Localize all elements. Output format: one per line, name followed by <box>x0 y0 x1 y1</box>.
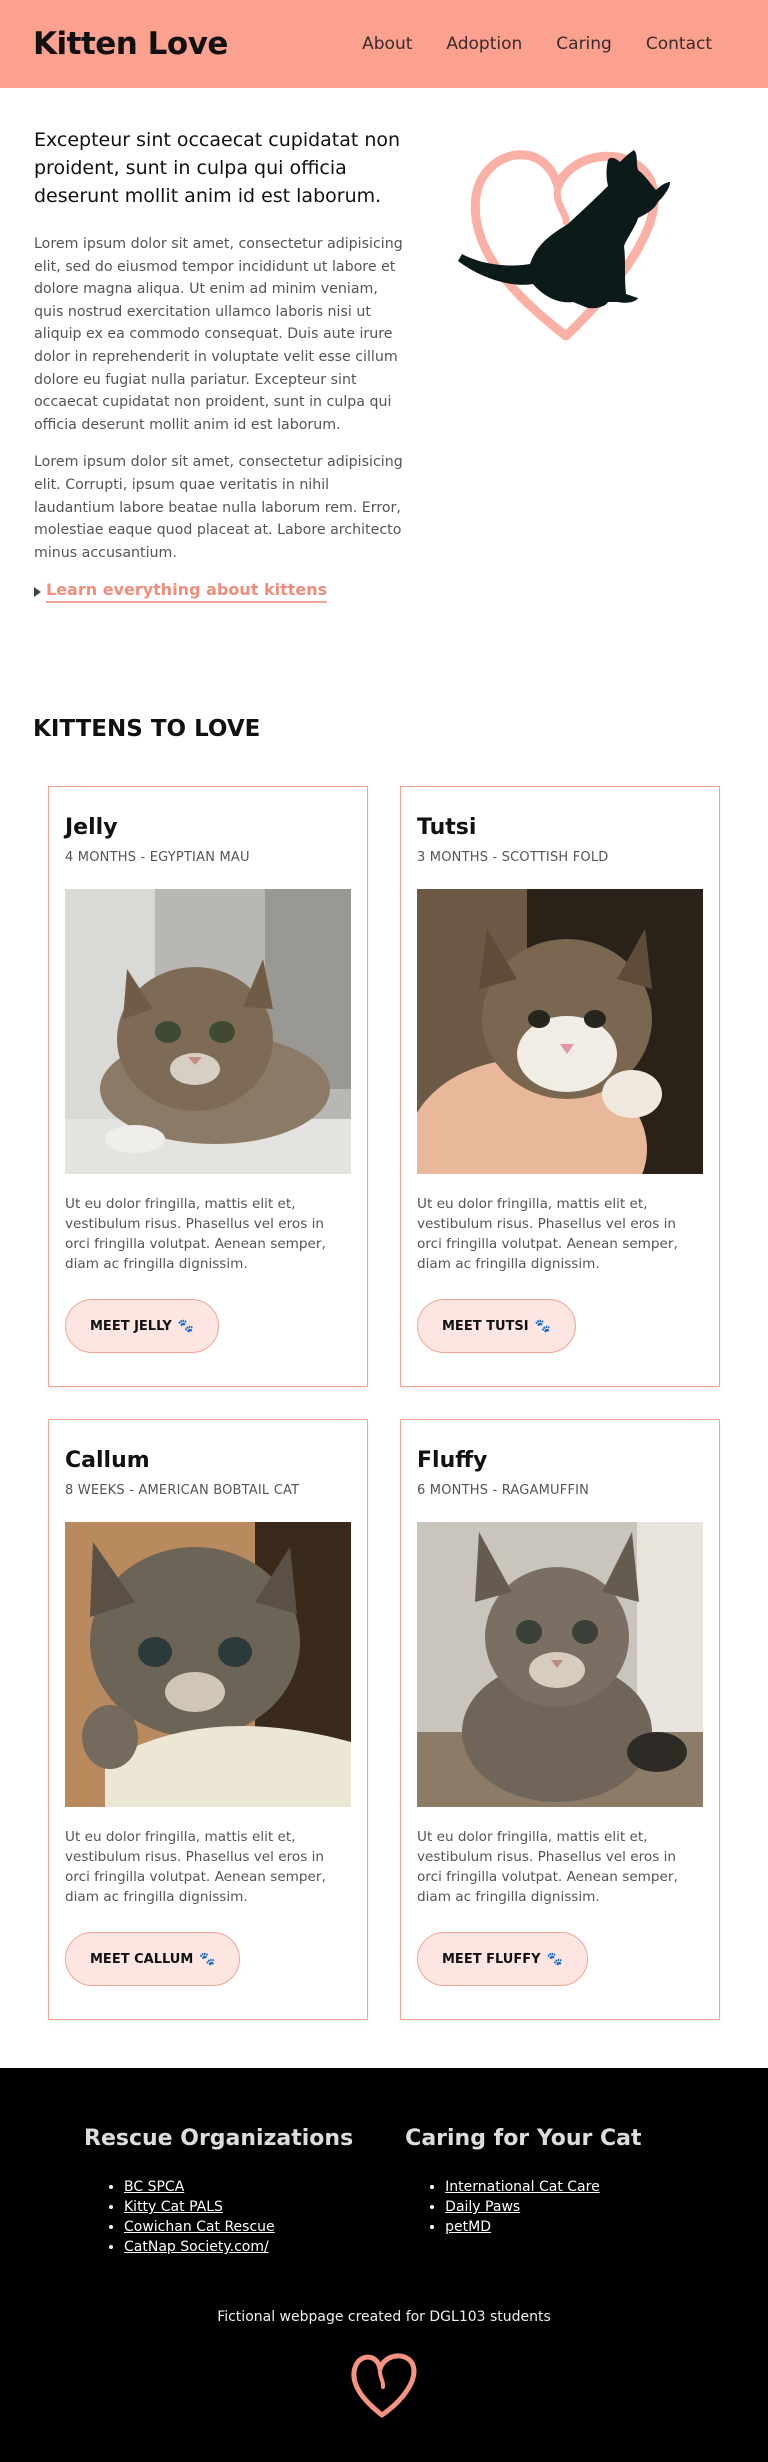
intro-paragraph-1: Lorem ipsum dolor sit amet, consectetur … <box>34 236 403 433</box>
site-header: Kitten Love About Adoption Caring Contac… <box>0 0 768 88</box>
card-meta: 4 MONTHS - EGYPTIAN MAU <box>65 850 250 865</box>
caring-links: International Cat Care Daily Paws petMD <box>405 2177 641 2237</box>
kitten-photo <box>65 889 351 1174</box>
button-label: MEET TUTSI <box>442 1318 529 1334</box>
triangle-right-icon <box>34 586 41 597</box>
card-meta: 8 WEEKS - AMERICAN BOBTAIL CAT <box>65 1483 300 1498</box>
button-label: MEET FLUFFY <box>442 1951 541 1967</box>
list-item: BC SPCA <box>124 2177 353 2197</box>
link-kitty-cat-pals[interactable]: Kitty Cat PALS <box>124 2199 223 2215</box>
card-description: Ut eu dolor fringilla, mattis elit et, v… <box>65 1196 326 1272</box>
card-description: Ut eu dolor fringilla, mattis elit et, v… <box>65 1829 326 1905</box>
footer-heading-rescue: Rescue Organizations <box>84 2126 354 2151</box>
button-label: MEET CALLUM <box>90 1951 194 1967</box>
paw-icon: 🐾 <box>177 1318 194 1334</box>
list-item: petMD <box>445 2217 641 2237</box>
link-catnap[interactable]: CatNap Society.com/ <box>124 2239 269 2255</box>
intro-section: Excepteur sint occaecat cupidatat non pr… <box>0 88 768 608</box>
link-icatcare[interactable]: International Cat Care <box>445 2179 600 2195</box>
learn-more-link[interactable]: Learn everything about kittens <box>46 580 328 604</box>
kitten-card-tutsi: Tutsi 3 MONTHS - SCOTTISH FOLD Ut eu dol… <box>400 786 720 1387</box>
list-item: Cowichan Cat Rescue <box>124 2217 353 2237</box>
link-bc-spca[interactable]: BC SPCA <box>124 2179 184 2195</box>
intro-text: Excepteur sint occaecat cupidatat non pr… <box>34 126 411 608</box>
card-name: Tutsi <box>417 815 477 840</box>
meet-jelly-button[interactable]: MEET JELLY 🐾 <box>65 1299 219 1353</box>
footer-heart <box>0 2343 768 2423</box>
card-meta: 3 MONTHS - SCOTTISH FOLD <box>417 850 609 865</box>
list-item: CatNap Society.com/ <box>124 2237 353 2257</box>
card-meta: 6 MONTHS - RAGAMUFFIN <box>417 1483 590 1498</box>
link-cowichan[interactable]: Cowichan Cat Rescue <box>124 2219 275 2235</box>
card-name: Callum <box>65 1448 150 1473</box>
kitten-card-jelly: Jelly 4 MONTHS - EGYPTIAN MAU Ut eu dolo… <box>48 786 368 1387</box>
kitten-photo <box>65 1522 351 1807</box>
site-logo[interactable]: Kitten Love <box>33 26 228 62</box>
link-petmd[interactable]: petMD <box>445 2219 491 2235</box>
footer-col-caring: Caring for Your Cat International Cat Ca… <box>405 2126 641 2257</box>
card-name: Fluffy <box>417 1448 488 1473</box>
kitten-photo <box>417 889 703 1174</box>
kitten-cards: Jelly 4 MONTHS - EGYPTIAN MAU Ut eu dolo… <box>0 742 768 2020</box>
card-description: Ut eu dolor fringilla, mattis elit et, v… <box>417 1196 678 1272</box>
paw-icon: 🐾 <box>546 1951 563 1967</box>
kittens-section-title: KITTENS TO LOVE <box>33 716 261 742</box>
button-label: MEET JELLY <box>90 1318 172 1334</box>
rescue-links: BC SPCA Kitty Cat PALS Cowichan Cat Resc… <box>84 2177 353 2257</box>
footer-col-rescue: Rescue Organizations BC SPCA Kitty Cat P… <box>84 2126 353 2257</box>
intro-paragraph-2: Lorem ipsum dolor sit amet, consectetur … <box>34 454 403 561</box>
nav-contact[interactable]: Contact <box>646 34 712 54</box>
footer-heading-caring: Caring for Your Cat <box>405 2126 642 2151</box>
card-description: Ut eu dolor fringilla, mattis elit et, v… <box>417 1829 678 1905</box>
kitten-card-callum: Callum 8 WEEKS - AMERICAN BOBTAIL CAT Ut… <box>48 1419 368 2020</box>
intro-heading: Excepteur sint occaecat cupidatat non pr… <box>34 129 401 207</box>
footer-columns: Rescue Organizations BC SPCA Kitty Cat P… <box>0 2126 768 2257</box>
link-daily-paws[interactable]: Daily Paws <box>445 2199 520 2215</box>
learn-more-row: Learn everything about kittens <box>34 580 411 604</box>
kitten-card-fluffy: Fluffy 6 MONTHS - RAGAMUFFIN Ut eu dolor… <box>400 1419 720 2020</box>
card-name: Jelly <box>65 815 118 840</box>
heart-icon <box>351 2353 417 2418</box>
hero-illustration <box>411 126 734 608</box>
site-footer: Rescue Organizations BC SPCA Kitty Cat P… <box>0 2068 768 2462</box>
footer-note: Fictional webpage created for DGL103 stu… <box>217 2309 551 2325</box>
meet-tutsi-button[interactable]: MEET TUTSI 🐾 <box>417 1299 576 1353</box>
nav-about[interactable]: About <box>362 34 412 54</box>
nav-adoption[interactable]: Adoption <box>446 34 522 54</box>
paw-icon: 🐾 <box>534 1318 551 1334</box>
list-item: Kitty Cat PALS <box>124 2197 353 2217</box>
meet-callum-button[interactable]: MEET CALLUM 🐾 <box>65 1932 241 1986</box>
nav-caring[interactable]: Caring <box>556 34 612 54</box>
cat-heart-illustration <box>457 150 670 341</box>
list-item: International Cat Care <box>445 2177 641 2197</box>
list-item: Daily Paws <box>445 2197 641 2217</box>
paw-icon: 🐾 <box>199 1951 216 1967</box>
meet-fluffy-button[interactable]: MEET FLUFFY 🐾 <box>417 1932 588 1986</box>
kitten-photo <box>417 1522 703 1807</box>
main-nav: About Adoption Caring Contact <box>362 34 712 54</box>
